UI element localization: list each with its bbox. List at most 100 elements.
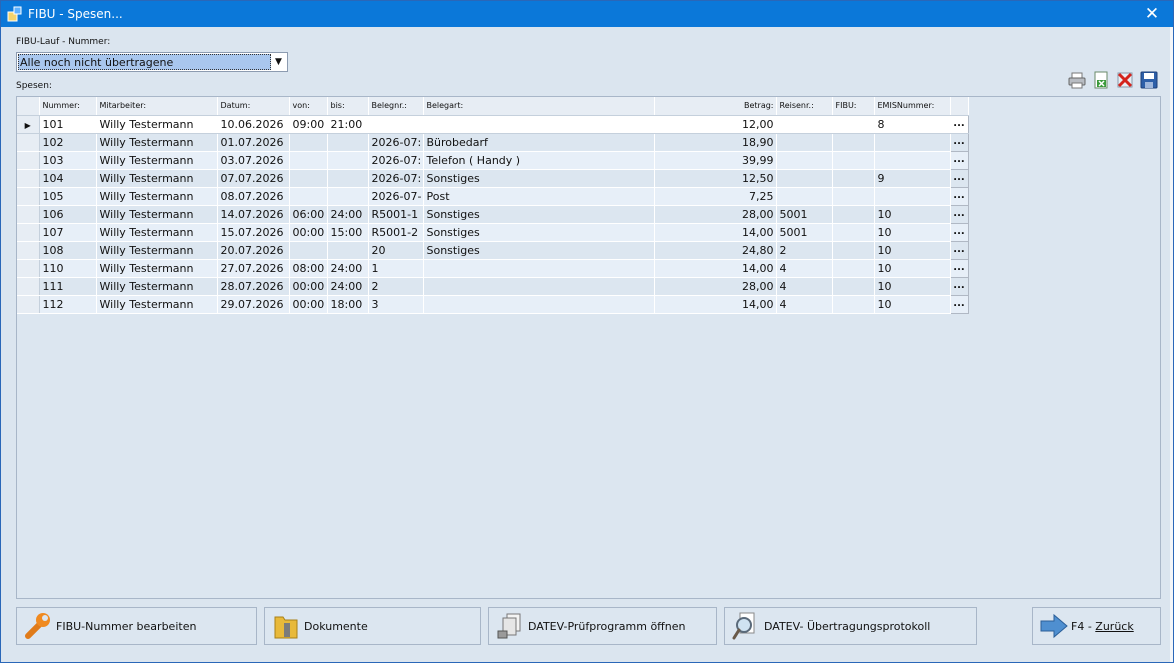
table-cell[interactable]: 10 (874, 241, 951, 260)
title-bar[interactable]: FIBU - Spesen... ✕ (1, 1, 1173, 27)
table-row[interactable]: 106 Willy Testermann 14.07.2026 06:00 24:00 R… (17, 204, 969, 224)
datev-pruefprogramm-button[interactable]: DATEV-Prüfprogramm öffnen (488, 607, 717, 645)
table-cell[interactable] (832, 259, 875, 278)
table-cell[interactable]: 106 (39, 205, 97, 224)
table-cell[interactable]: 20 (368, 241, 424, 260)
column-header[interactable]: EMISNummer: (874, 97, 951, 116)
table-cell[interactable]: 104 (39, 169, 97, 188)
table-cell[interactable] (874, 187, 951, 206)
table-cell[interactable]: 28,00 (654, 277, 777, 296)
table-cell[interactable] (289, 133, 328, 152)
table-row[interactable]: 107 Willy Testermann 15.07.2026 00:00 15:00 R… (17, 222, 969, 242)
row-detail-button[interactable]: ... (949, 132, 969, 152)
table-row[interactable]: 105 Willy Testermann 08.07.2026 2026-07- Pos… (17, 186, 969, 206)
table-cell[interactable]: 18,90 (654, 133, 777, 152)
table-cell[interactable]: Sonstiges (423, 223, 655, 242)
table-cell[interactable] (289, 187, 328, 206)
table-cell[interactable]: 4 (776, 295, 833, 314)
row-indicator[interactable]: ▶ (17, 115, 40, 134)
table-cell[interactable] (832, 223, 875, 242)
table-cell[interactable] (776, 115, 833, 134)
table-cell[interactable]: 3 (368, 295, 424, 314)
datev-uebertragungsprotokoll-button[interactable]: DATEV- Übertragungsprotokoll (724, 607, 977, 645)
column-header[interactable]: Nummer: (39, 97, 97, 116)
table-cell[interactable]: 06:00 (289, 205, 328, 224)
row-indicator[interactable] (17, 223, 40, 242)
table-cell[interactable]: Bürobedarf (423, 133, 655, 152)
column-header[interactable]: Datum: (217, 97, 290, 116)
table-cell[interactable]: 14,00 (654, 223, 777, 242)
table-cell[interactable] (832, 115, 875, 134)
table-cell[interactable]: 00:00 (289, 277, 328, 296)
table-cell[interactable] (289, 241, 328, 260)
table-cell[interactable]: 07.07.2026 (217, 169, 290, 188)
table-cell[interactable]: 01.07.2026 (217, 133, 290, 152)
delete-icon[interactable] (1116, 71, 1134, 89)
row-indicator[interactable] (17, 241, 40, 260)
table-cell[interactable]: 14,00 (654, 259, 777, 278)
table-cell[interactable]: 24:00 (327, 259, 369, 278)
table-row[interactable]: 110 Willy Testermann 27.07.2026 08:00 24:00 1… (17, 258, 969, 278)
table-cell[interactable] (368, 115, 424, 134)
table-cell[interactable]: 102 (39, 133, 97, 152)
table-cell[interactable]: 28,00 (654, 205, 777, 224)
row-indicator[interactable] (17, 133, 40, 152)
table-cell[interactable]: 10.06.2026 (217, 115, 290, 134)
table-cell[interactable]: 24:00 (327, 205, 369, 224)
close-button[interactable]: ✕ (1135, 1, 1169, 27)
table-cell[interactable]: 112 (39, 295, 97, 314)
row-detail-button[interactable]: ... (949, 294, 969, 314)
table-cell[interactable] (832, 169, 875, 188)
table-cell[interactable]: 4 (776, 259, 833, 278)
chevron-down-icon[interactable]: ▼ (271, 54, 286, 70)
table-cell[interactable]: Sonstiges (423, 205, 655, 224)
table-cell[interactable] (423, 295, 655, 314)
table-cell[interactable] (832, 187, 875, 206)
table-cell[interactable]: 105 (39, 187, 97, 206)
table-cell[interactable]: 10 (874, 259, 951, 278)
table-cell[interactable]: 29.07.2026 (217, 295, 290, 314)
table-cell[interactable]: 10 (874, 205, 951, 224)
table-cell[interactable]: 14,00 (654, 295, 777, 314)
table-cell[interactable] (423, 259, 655, 278)
table-cell[interactable]: Willy Testermann (96, 223, 218, 242)
table-row[interactable]: 104 Willy Testermann 07.07.2026 2026-07: Son… (17, 168, 969, 188)
table-cell[interactable] (327, 169, 369, 188)
table-cell[interactable]: 2 (368, 277, 424, 296)
table-cell[interactable] (874, 151, 951, 170)
dokumente-button[interactable]: Dokumente (264, 607, 481, 645)
table-cell[interactable]: 12,00 (654, 115, 777, 134)
table-cell[interactable]: Willy Testermann (96, 259, 218, 278)
row-detail-button[interactable]: ... (949, 222, 969, 242)
save-icon[interactable] (1140, 71, 1158, 89)
table-cell[interactable]: Willy Testermann (96, 295, 218, 314)
row-detail-button[interactable]: ... (949, 114, 969, 134)
table-cell[interactable]: 1 (368, 259, 424, 278)
table-cell[interactable] (776, 187, 833, 206)
table-cell[interactable]: Willy Testermann (96, 187, 218, 206)
column-header[interactable]: bis: (327, 97, 369, 116)
table-cell[interactable]: Sonstiges (423, 169, 655, 188)
table-cell[interactable]: R5001-2 (368, 223, 424, 242)
table-cell[interactable]: 12,50 (654, 169, 777, 188)
table-cell[interactable]: 2 (776, 241, 833, 260)
table-cell[interactable]: 10 (874, 277, 951, 296)
table-cell[interactable] (289, 169, 328, 188)
table-cell[interactable]: 108 (39, 241, 97, 260)
table-cell[interactable] (327, 151, 369, 170)
row-indicator[interactable] (17, 151, 40, 170)
table-cell[interactable] (776, 169, 833, 188)
table-row[interactable]: 112 Willy Testermann 29.07.2026 00:00 18:00 3… (17, 294, 969, 314)
table-cell[interactable]: 2026-07: (368, 151, 424, 170)
column-header[interactable]: FIBU: (832, 97, 875, 116)
table-cell[interactable]: 4 (776, 277, 833, 296)
table-cell[interactable]: 00:00 (289, 223, 328, 242)
table-cell[interactable]: 24,80 (654, 241, 777, 260)
table-cell[interactable]: 28.07.2026 (217, 277, 290, 296)
row-indicator[interactable] (17, 205, 40, 224)
row-indicator[interactable] (17, 169, 40, 188)
table-cell[interactable]: Willy Testermann (96, 205, 218, 224)
table-cell[interactable]: 9 (874, 169, 951, 188)
table-cell[interactable]: 03.07.2026 (217, 151, 290, 170)
table-cell[interactable]: 20.07.2026 (217, 241, 290, 260)
